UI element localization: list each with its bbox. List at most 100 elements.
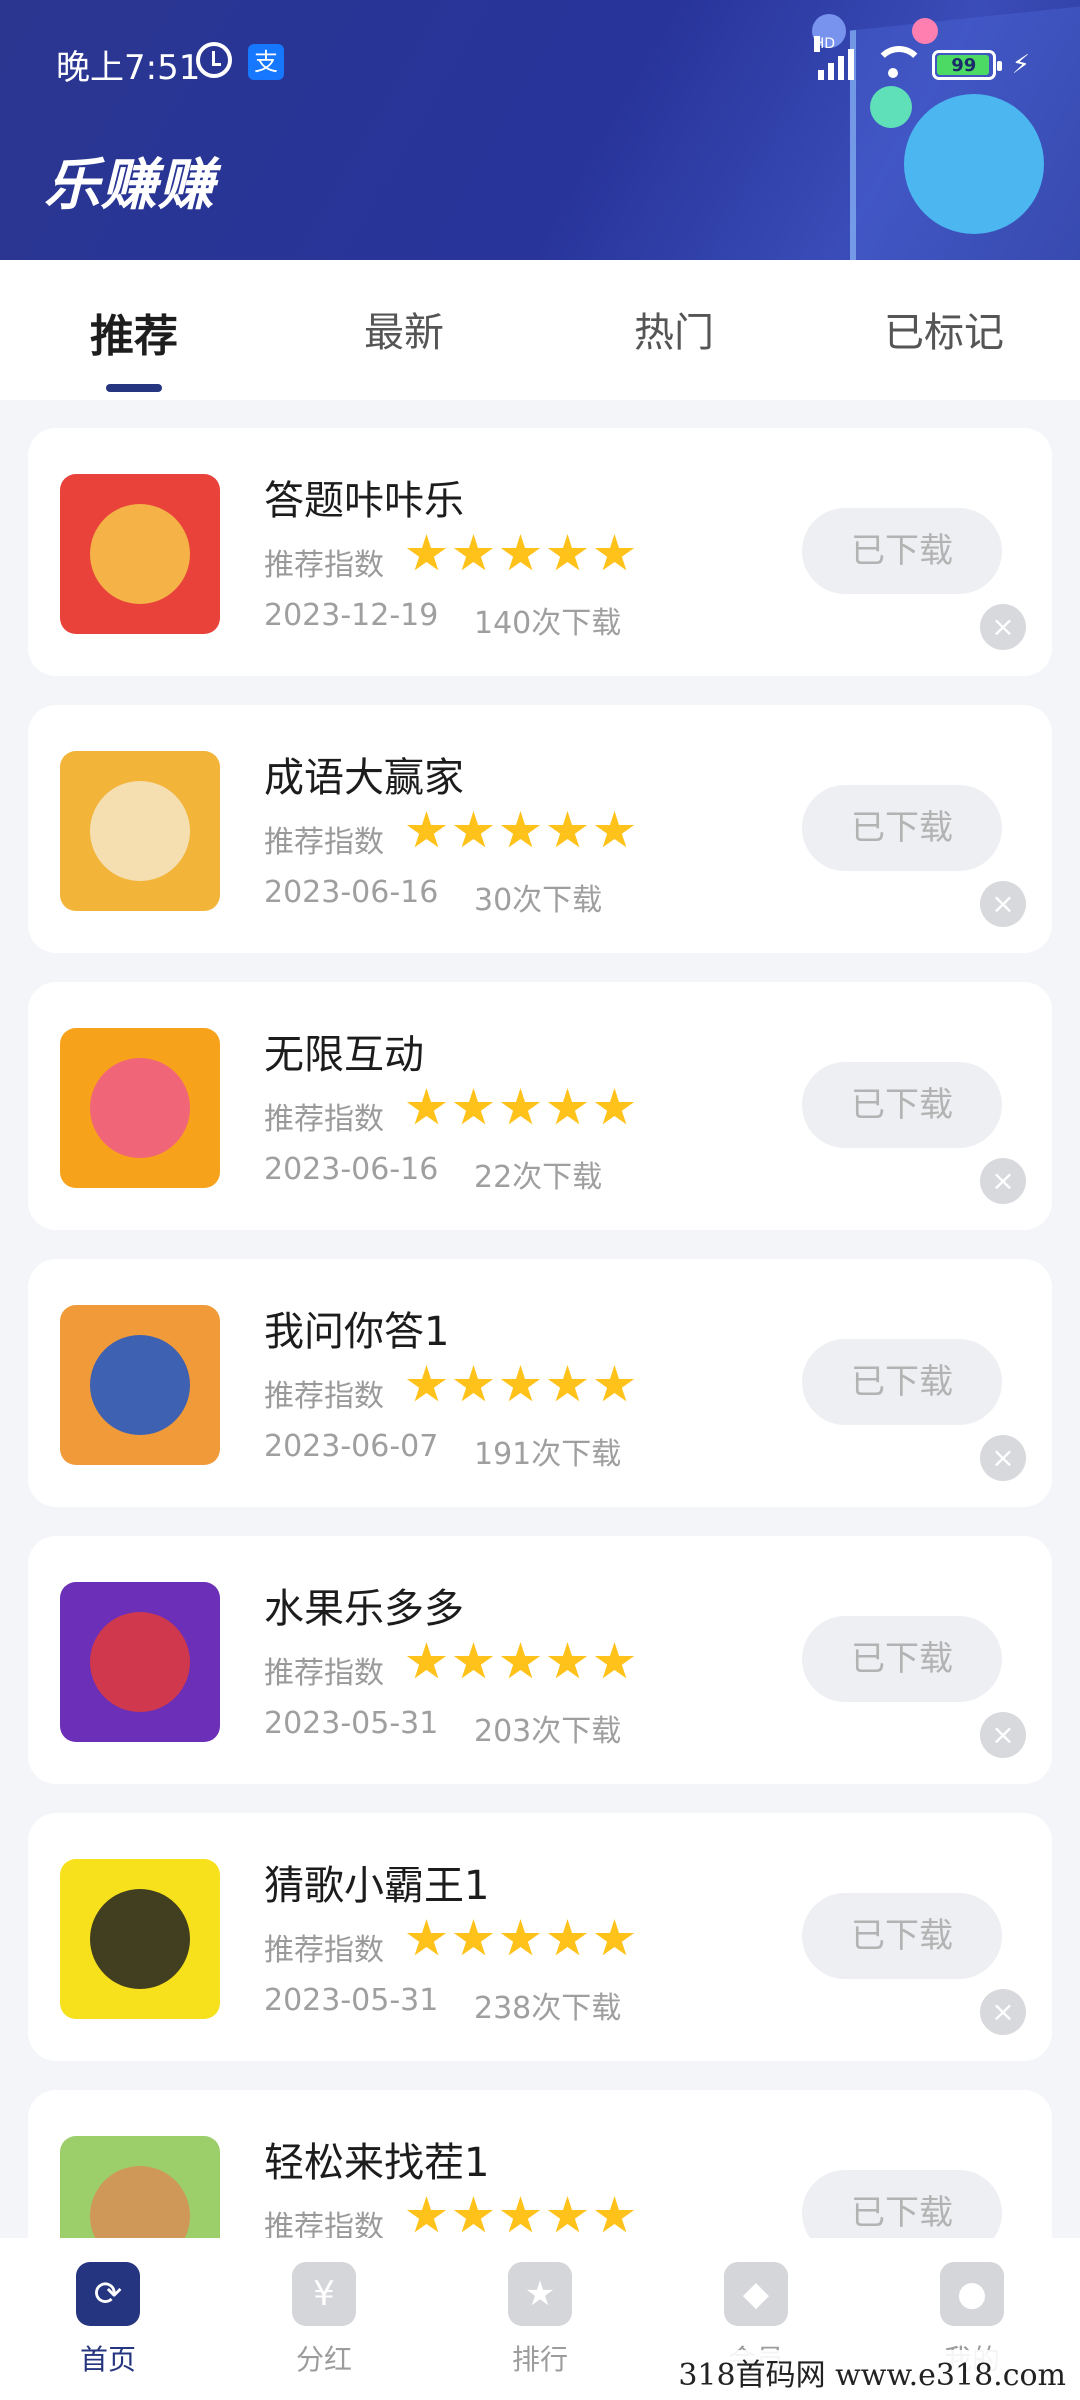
app-card[interactable]: 成语大赢家 推荐指数 2023-06-16 30次下载 已下载 ×	[28, 705, 1052, 953]
star-icon	[500, 2196, 541, 2233]
star-icon	[406, 1642, 447, 1679]
download-count: 140次下载	[474, 606, 622, 641]
star-icon	[594, 1919, 635, 1956]
rating-stars	[406, 1919, 635, 1961]
star-icon	[500, 1919, 541, 1956]
star-icon	[406, 2196, 447, 2233]
nav-label: 分红	[295, 2343, 352, 2376]
app-icon[interactable]	[60, 1582, 220, 1742]
profile-icon: ●	[940, 2262, 1004, 2326]
active-tab-indicator	[106, 384, 162, 392]
battery-level: 99	[951, 54, 977, 76]
header-banner: 晚上7:51 支 HD 99 ⚡ 乐赚赚	[0, 0, 1080, 260]
release-date: 2023-06-16	[264, 1152, 439, 1187]
close-icon[interactable]: ×	[980, 881, 1026, 927]
star-icon	[594, 1642, 635, 1679]
rating-label: 推荐指数	[264, 1656, 384, 1691]
release-date: 2023-05-31	[264, 1983, 439, 2018]
rating-stars	[406, 534, 635, 576]
app-icon[interactable]	[60, 1859, 220, 2019]
app-icon[interactable]	[60, 751, 220, 911]
tab-hot[interactable]: 热门	[574, 300, 774, 358]
alipay-icon: 支	[248, 44, 284, 80]
download-count: 191次下载	[474, 1437, 622, 1472]
rating-stars	[406, 1088, 635, 1130]
downloaded-button[interactable]: 已下载	[802, 785, 1002, 871]
downloaded-button[interactable]: 已下载	[802, 1616, 1002, 1702]
nav-dividend[interactable]: ¥ 分红	[254, 2262, 394, 2378]
star-icon	[500, 1365, 541, 1402]
alarm-icon	[196, 42, 232, 78]
app-card[interactable]: 我问你答1 推荐指数 2023-06-07 191次下载 已下载 ×	[28, 1259, 1052, 1507]
star-icon	[453, 811, 494, 848]
app-card[interactable]: 猜歌小霸王1 推荐指数 2023-05-31 238次下载 已下载 ×	[28, 1813, 1052, 2061]
star-icon	[453, 1365, 494, 1402]
app-name: 猜歌小霸王1	[264, 1863, 490, 1909]
star-icon	[547, 1919, 588, 1956]
tab-recommended[interactable]: 推荐	[34, 300, 234, 364]
app-name: 答题咔咔乐	[264, 478, 464, 524]
close-icon[interactable]: ×	[980, 1712, 1026, 1758]
downloaded-button[interactable]: 已下载	[802, 1339, 1002, 1425]
star-icon	[547, 811, 588, 848]
app-icon[interactable]	[60, 1305, 220, 1465]
close-icon[interactable]: ×	[980, 1989, 1026, 2035]
app-icon[interactable]	[60, 474, 220, 634]
rating-stars	[406, 1642, 635, 1684]
app-card[interactable]: 无限互动推荐指数 2023-06-16 22次下载 已下载 ×	[28, 982, 1052, 1230]
star-icon	[547, 1642, 588, 1679]
star-icon	[406, 1088, 447, 1125]
release-date: 2023-12-19	[264, 598, 439, 633]
trophy-icon: ★	[508, 2262, 572, 2326]
star-icon	[453, 1088, 494, 1125]
watermark: 318首码网 www.e318.com	[674, 2350, 1070, 2394]
rating-stars	[406, 2196, 635, 2238]
rating-label: 推荐指数	[264, 1379, 384, 1414]
download-count: 203次下载	[474, 1714, 622, 1749]
star-icon	[500, 1088, 541, 1125]
nav-ranking[interactable]: ★ 排行	[470, 2262, 610, 2378]
release-date: 2023-05-31	[264, 1706, 439, 1741]
tab-latest[interactable]: 最新	[304, 300, 504, 358]
status-indicators: HD 99 ⚡	[813, 36, 1030, 80]
charging-icon: ⚡	[1011, 50, 1030, 80]
star-icon	[594, 534, 635, 571]
star-icon	[500, 534, 541, 571]
downloaded-button[interactable]: 已下载	[802, 1062, 1002, 1148]
app-card[interactable]: 答题咔咔乐 推荐指数 2023-12-19 140次下载 已下载 ×	[28, 428, 1052, 676]
download-count: 238次下载	[474, 1991, 622, 2026]
signal-icon: HD	[813, 36, 854, 80]
star-icon	[453, 534, 494, 571]
app-card[interactable]: 水果乐多多 推荐指数 2023-05-31 203次下载 已下载 ×	[28, 1536, 1052, 1784]
close-icon[interactable]: ×	[980, 1435, 1026, 1481]
star-icon	[547, 1365, 588, 1402]
star-icon	[453, 1919, 494, 1956]
home-icon: ⟳	[76, 2262, 140, 2326]
app-name: 轻松来找茬1	[264, 2140, 490, 2186]
downloaded-button[interactable]: 已下载	[802, 508, 1002, 594]
download-count: 22次下载	[474, 1160, 603, 1195]
star-icon	[500, 811, 541, 848]
tab-marked[interactable]: 已标记	[844, 300, 1044, 358]
battery-icon: 99	[931, 50, 1002, 80]
star-icon	[594, 1088, 635, 1125]
star-icon	[547, 534, 588, 571]
close-icon[interactable]: ×	[980, 604, 1026, 650]
money-bag-icon: ¥	[292, 2262, 356, 2326]
app-name: 无限互动	[264, 1032, 424, 1078]
vip-diamond-icon: ◆	[724, 2262, 788, 2326]
nav-home[interactable]: ⟳ 首页	[38, 2262, 178, 2378]
app-name: 成语大赢家	[264, 755, 464, 801]
downloaded-button[interactable]: 已下载	[802, 1893, 1002, 1979]
release-date: 2023-06-07	[264, 1429, 439, 1464]
bottom-navigation: ⟳ 首页 ¥ 分红 ★ 排行 ◆ 会员 ● 我的 318首码网 www.e318…	[0, 2238, 1080, 2400]
rating-label: 推荐指数	[264, 1102, 384, 1137]
star-icon	[547, 1088, 588, 1125]
app-icon[interactable]	[60, 1028, 220, 1188]
star-icon	[406, 811, 447, 848]
nav-label: 排行	[511, 2343, 568, 2376]
star-icon	[547, 2196, 588, 2233]
close-icon[interactable]: ×	[980, 1158, 1026, 1204]
star-icon	[500, 1642, 541, 1679]
star-icon	[406, 534, 447, 571]
